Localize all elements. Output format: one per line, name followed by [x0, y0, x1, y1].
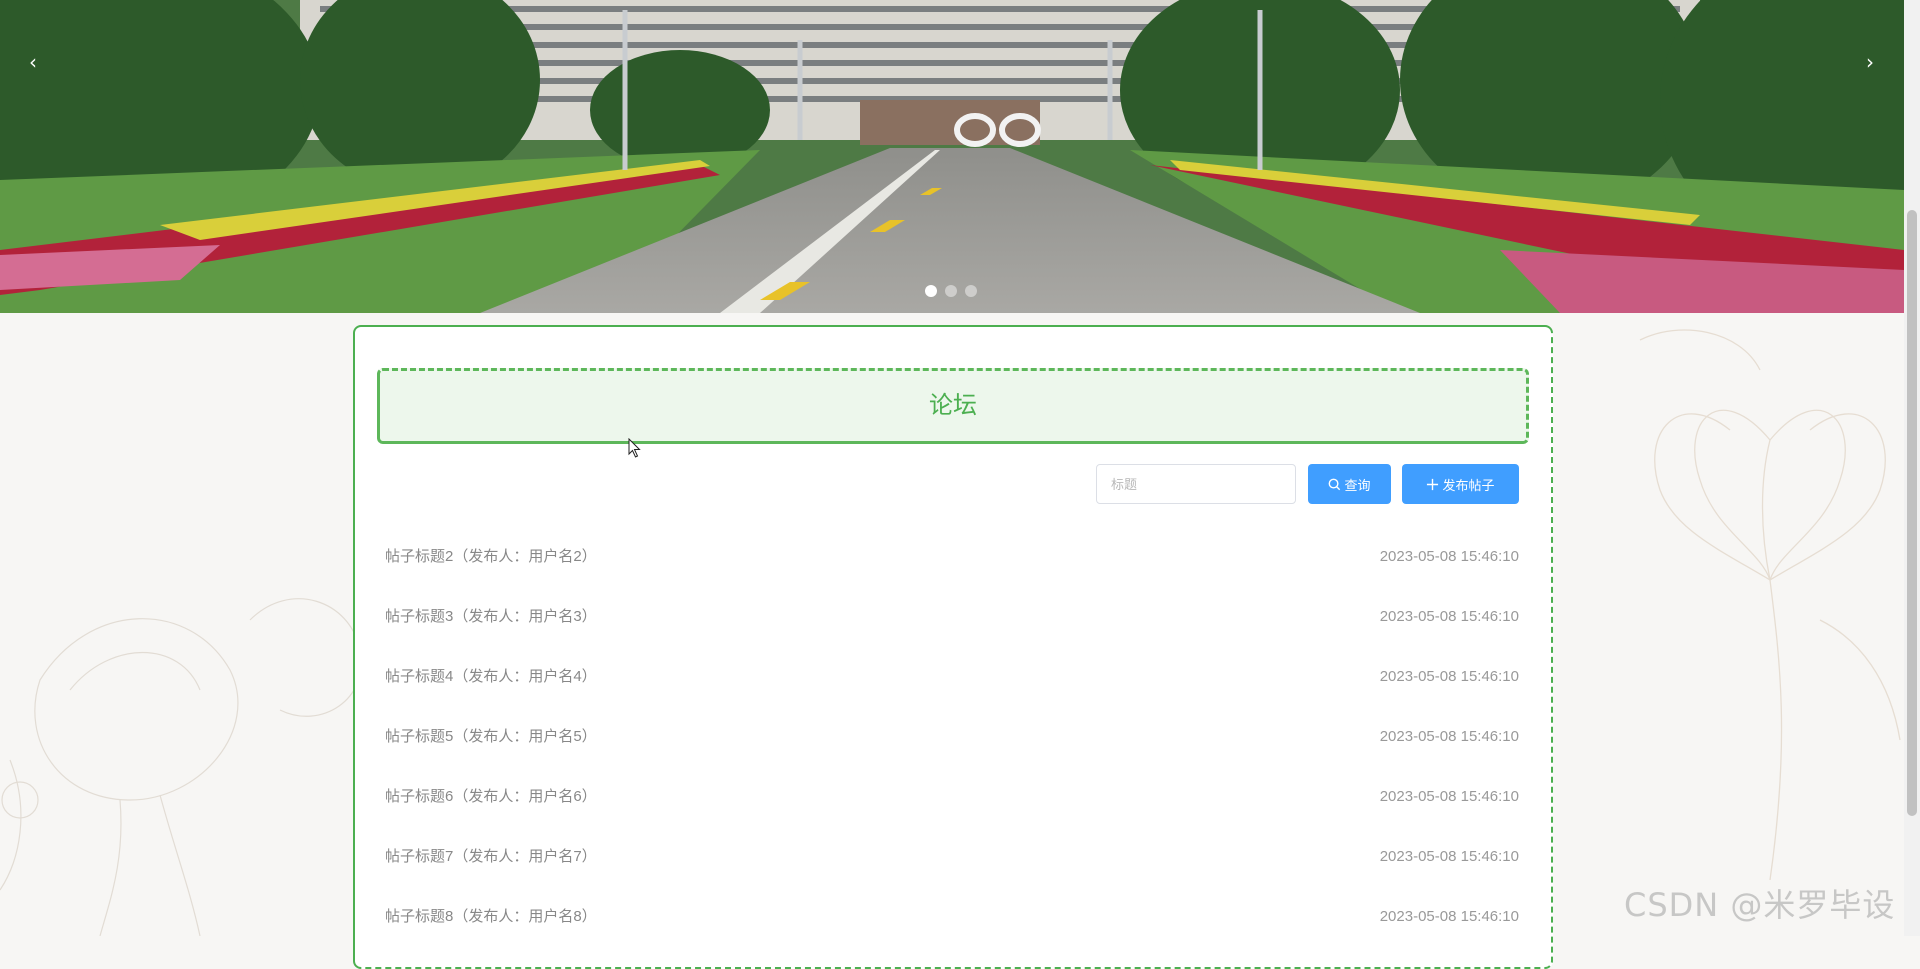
- post-item[interactable]: 帖子标题2（发布人：用户名2） 2023-05-08 15:46:10: [385, 546, 1519, 606]
- search-button[interactable]: 查询: [1308, 464, 1391, 504]
- post-item[interactable]: 帖子标题4（发布人：用户名4） 2023-05-08 15:46:10: [385, 666, 1519, 726]
- carousel-indicators: [925, 285, 977, 297]
- post-title: 帖子标题3（发布人：用户名3）: [385, 608, 597, 625]
- post-time: 2023-05-08 15:46:10: [1379, 668, 1519, 685]
- post-title: 帖子标题6（发布人：用户名6）: [385, 788, 597, 805]
- post-time: 2023-05-08 15:46:10: [1379, 608, 1519, 625]
- post-title: 帖子标题8（发布人：用户名8）: [385, 908, 597, 925]
- post-title: 帖子标题2（发布人：用户名2）: [385, 548, 597, 565]
- post-title: 帖子标题5（发布人：用户名5）: [385, 728, 597, 745]
- plus-icon: [1427, 478, 1439, 490]
- forum-title: 论坛: [377, 368, 1529, 444]
- carousel-dot-1[interactable]: [925, 285, 937, 297]
- search-icon: [1329, 478, 1341, 490]
- title-search-input[interactable]: [1096, 464, 1296, 504]
- post-item[interactable]: 帖子标题6（发布人：用户名6） 2023-05-08 15:46:10: [385, 786, 1519, 846]
- post-time: 2023-05-08 15:46:10: [1379, 788, 1519, 805]
- carousel-dot-2[interactable]: [945, 285, 957, 297]
- search-toolbar: 查询 发布帖子: [355, 464, 1551, 504]
- post-time: 2023-05-08 15:46:10: [1379, 908, 1519, 925]
- csdn-watermark: CSDN @米罗毕设: [1624, 886, 1896, 924]
- banner-carousel[interactable]: ‹ ›: [0, 0, 1904, 313]
- mouse-cursor-icon: [628, 438, 641, 458]
- post-time: 2023-05-08 15:46:10: [1379, 728, 1519, 745]
- publish-button-label: 发布帖子: [1442, 477, 1495, 493]
- post-title: 帖子标题7（发布人：用户名7）: [385, 848, 597, 865]
- post-item[interactable]: 帖子标题5（发布人：用户名5） 2023-05-08 15:46:10: [385, 726, 1519, 786]
- carousel-dot-3[interactable]: [965, 285, 977, 297]
- post-list: 帖子标题2（发布人：用户名2） 2023-05-08 15:46:10 帖子标题…: [385, 546, 1519, 966]
- post-time: 2023-05-08 15:46:10: [1379, 548, 1519, 565]
- post-item[interactable]: 帖子标题8（发布人：用户名8） 2023-05-08 15:46:10: [385, 906, 1519, 966]
- search-button-label: 查询: [1344, 477, 1371, 493]
- post-item[interactable]: 帖子标题7（发布人：用户名7） 2023-05-08 15:46:10: [385, 846, 1519, 906]
- carousel-prev-icon[interactable]: ‹: [21, 48, 45, 76]
- carousel-next-icon[interactable]: ›: [1858, 48, 1882, 76]
- forum-card: 论坛 查询 发布帖子 帖子标题2（发布人：用户名2） 2023-05-08 15…: [353, 325, 1553, 969]
- lotus-decoration-right: [1639, 329, 1901, 880]
- campus-banner-image: [0, 0, 1904, 313]
- publish-post-button[interactable]: 发布帖子: [1402, 464, 1519, 504]
- scrollbar-thumb[interactable]: [1907, 210, 1917, 816]
- post-item[interactable]: 帖子标题3（发布人：用户名3） 2023-05-08 15:46:10: [385, 606, 1519, 666]
- post-time: 2023-05-08 15:46:10: [1379, 848, 1519, 865]
- page-scrollbar[interactable]: [1904, 0, 1920, 936]
- post-title: 帖子标题4（发布人：用户名4）: [385, 668, 597, 685]
